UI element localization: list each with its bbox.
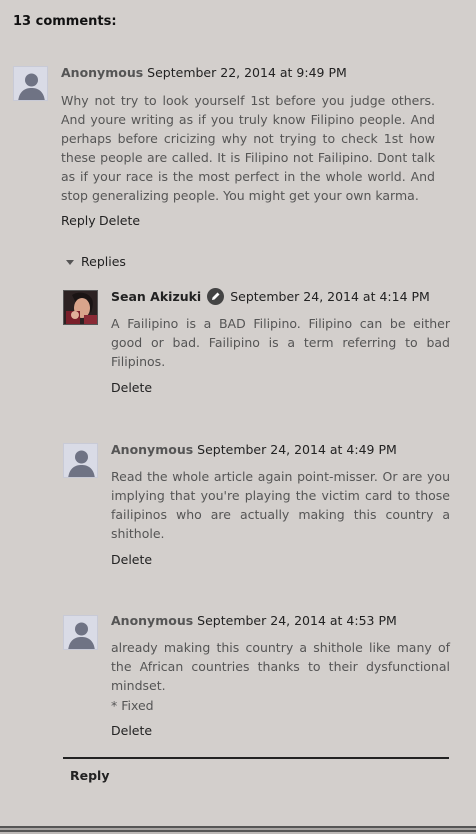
comment-author[interactable]: Anonymous — [61, 65, 143, 80]
replies-label: Replies — [81, 254, 126, 269]
reply-author[interactable]: Anonymous — [111, 442, 193, 457]
comment-avatar-anonymous[interactable] — [13, 66, 48, 101]
reply-author[interactable]: Sean Akizuki — [111, 289, 201, 304]
reply-link[interactable]: Reply — [61, 213, 96, 228]
replies-toggle[interactable]: Replies — [66, 254, 126, 269]
person-silhouette-icon — [64, 616, 97, 649]
comment-meta: Anonymous September 22, 2014 at 9:49 PM — [61, 65, 347, 80]
reply-body: already making this country a shithole l… — [111, 640, 450, 693]
reply-meta: Anonymous September 24, 2014 at 4:53 PM — [111, 613, 397, 628]
reply-meta: Sean Akizuki September 24, 2014 at 4:14 P… — [111, 288, 430, 306]
reply-body: A Failipino is a BAD Filipino. Filipino … — [111, 316, 450, 369]
comment-date[interactable]: September 22, 2014 at 9:49 PM — [147, 65, 347, 80]
person-silhouette-icon — [14, 67, 47, 100]
comments-heading: 13 comments: — [13, 14, 117, 29]
reply-avatar-sean-akizuki[interactable] — [63, 290, 98, 325]
reply-date[interactable]: September 24, 2014 at 4:49 PM — [197, 442, 397, 457]
reply-avatar-anonymous[interactable] — [63, 443, 98, 478]
reply-avatar-anonymous[interactable] — [63, 615, 98, 650]
reply-body-note: * Fixed — [111, 698, 154, 713]
comment-body: Why not try to look yourself 1st before … — [61, 93, 435, 203]
reply-date[interactable]: September 24, 2014 at 4:53 PM — [197, 613, 397, 628]
reply-date[interactable]: September 24, 2014 at 4:14 PM — [230, 289, 430, 304]
reply-button[interactable]: Reply — [70, 768, 109, 783]
delete-link[interactable]: Delete — [99, 213, 140, 228]
reply-meta: Anonymous September 24, 2014 at 4:49 PM — [111, 442, 397, 457]
reply-author[interactable]: Anonymous — [111, 613, 193, 628]
triangle-down-icon — [66, 260, 74, 265]
delete-link[interactable]: Delete — [111, 380, 152, 395]
bottom-border — [0, 826, 476, 834]
delete-link[interactable]: Delete — [111, 552, 152, 567]
reply-body: Read the whole article again point-misse… — [111, 469, 450, 541]
delete-link[interactable]: Delete — [111, 723, 152, 738]
person-silhouette-icon — [64, 444, 97, 477]
reply-divider — [63, 757, 449, 759]
profile-photo-icon — [64, 291, 97, 324]
pencil-icon — [207, 288, 225, 305]
